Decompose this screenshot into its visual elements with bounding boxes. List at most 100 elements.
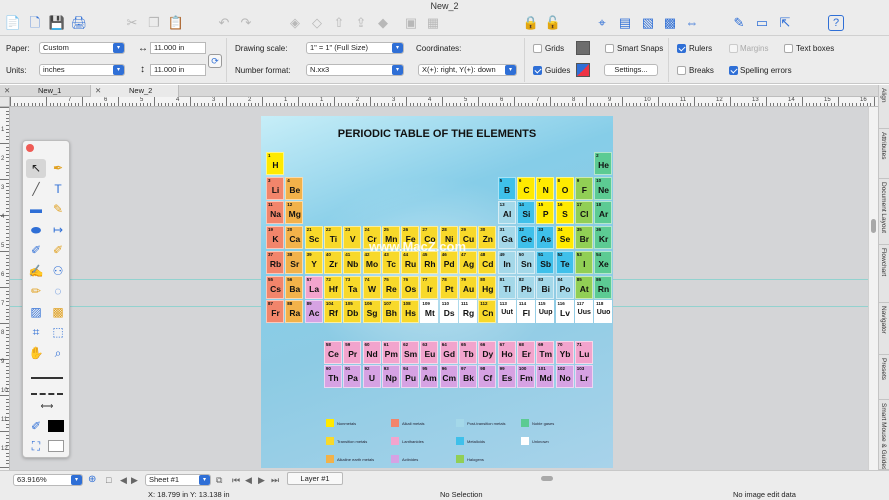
element-ca[interactable]: 20 Ca <box>285 226 304 250</box>
pen-color-icon[interactable]: ✐ <box>26 417 46 436</box>
element-te[interactable]: 52 Te <box>555 250 574 274</box>
element-as[interactable]: 33 As <box>536 226 555 250</box>
element-sg[interactable]: 106 Sg <box>362 300 381 324</box>
layer-icon[interactable]: ◈ <box>287 15 303 31</box>
element-o[interactable]: 8O <box>555 176 574 200</box>
element-u[interactable]: 92 U <box>362 364 381 388</box>
paper-select[interactable]: Custom ▾ <box>39 42 125 54</box>
element-zr[interactable]: 40 Zr <box>323 250 342 274</box>
element-ra[interactable]: 88 Ra <box>285 300 304 324</box>
element-cf[interactable]: 98 Cf <box>478 364 497 388</box>
element-mo[interactable]: 42 Mo <box>362 250 381 274</box>
smart-snaps-checkbox[interactable] <box>605 44 614 53</box>
eraser-icon[interactable]: ▨ <box>26 303 46 322</box>
save-icon[interactable]: 💾 <box>49 15 65 31</box>
element-db[interactable]: 105 Db <box>343 300 362 324</box>
element-pr[interactable]: 59 Pr <box>343 341 362 364</box>
element-ar[interactable]: 18 Ar <box>594 201 613 225</box>
element-se[interactable]: 34 Se <box>555 226 574 250</box>
help-icon[interactable]: ? <box>828 15 844 31</box>
element-y[interactable]: 39 Y <box>304 250 323 274</box>
element-cn[interactable]: 112 Cn <box>478 300 497 324</box>
element-na[interactable]: 11 Na <box>266 201 284 225</box>
element-ho[interactable]: 67 Ho <box>497 341 516 364</box>
layer-up-icon[interactable]: ⇧ <box>331 15 347 31</box>
group-icon[interactable]: ▣ <box>403 15 419 31</box>
element-pb[interactable]: 82 Pb <box>516 275 535 299</box>
element-cl[interactable]: 17 Cl <box>574 201 593 225</box>
rectangle-icon[interactable]: ▬ <box>26 200 46 219</box>
element-re[interactable]: 75 Re <box>381 275 400 299</box>
rulers-checkbox[interactable] <box>677 44 686 53</box>
element-yb[interactable]: 70 Yb <box>555 341 574 364</box>
element-fm[interactable]: 100 Fm <box>516 364 535 388</box>
add-sheet-icon[interactable]: ⧉ <box>216 475 222 485</box>
brush-icon[interactable]: ✎ <box>48 200 68 219</box>
element-xe[interactable]: 54 Xe <box>594 250 613 274</box>
layer-front-icon[interactable]: ⇪ <box>353 15 369 31</box>
pen-icon[interactable]: ✒ <box>48 159 68 178</box>
element-gd[interactable]: 64 Gd <box>439 341 458 364</box>
settings-button[interactable]: Settings... <box>604 64 658 76</box>
close-icon[interactable]: ✕ <box>95 85 101 97</box>
last-sheet-icon[interactable]: ⏭ <box>271 475 279 485</box>
element-ds[interactable]: 110 Ds <box>439 300 458 324</box>
element-mt[interactable]: 109 Mt <box>420 300 439 324</box>
element-n[interactable]: 7N <box>536 176 555 200</box>
marquee-icon[interactable]: ⬚ <box>48 323 68 342</box>
element-tb[interactable]: 65 Tb <box>459 341 477 364</box>
element-cm[interactable]: 96 Cm <box>439 364 458 388</box>
element-ac[interactable]: 89 Ac <box>304 300 323 324</box>
element-uut[interactable]: 113 Uut <box>497 300 516 324</box>
element-am[interactable]: 95 Am <box>420 364 439 388</box>
zoom-in-icon[interactable]: ⊕ <box>88 475 96 485</box>
hand-icon[interactable]: ✋ <box>26 344 46 363</box>
element-sn[interactable]: 50 Sn <box>516 250 535 274</box>
new-document-icon[interactable]: 🗋 <box>27 15 43 31</box>
element-lu[interactable]: 71 Lu <box>574 341 593 364</box>
tab-new-1[interactable]: ✕ New_1 <box>0 85 91 97</box>
element-pt[interactable]: 78 Pt <box>439 275 458 299</box>
close-palette-icon[interactable] <box>26 144 34 152</box>
page-icon[interactable]: □ <box>106 475 111 485</box>
panel-tab-flowchart[interactable]: Flowchart <box>879 245 889 303</box>
element-la[interactable]: 57 La <box>304 275 323 299</box>
element-ir[interactable]: 77 Ir <box>420 275 439 299</box>
ghost-icon[interactable]: ⚇ <box>48 262 68 281</box>
breaks-checkbox[interactable] <box>677 66 686 75</box>
element-br[interactable]: 35 Br <box>574 226 593 250</box>
element-fr[interactable]: 87 Fr <box>266 300 284 324</box>
grid-color-swatch[interactable] <box>576 41 590 55</box>
element-cd[interactable]: 48 Cd <box>478 250 497 274</box>
element-in[interactable]: 49 In <box>497 250 516 274</box>
sheet-select[interactable]: Sheet #1 ▾ <box>145 474 211 486</box>
element-ba[interactable]: 56 Ba <box>285 275 304 299</box>
element-be[interactable]: 4 Be <box>285 176 304 200</box>
element-au[interactable]: 79 Au <box>459 275 477 299</box>
palette-icon[interactable]: ▩ <box>48 303 68 322</box>
close-icon[interactable]: ✕ <box>4 85 10 97</box>
scroll-thumb[interactable] <box>871 219 876 233</box>
guides-checkbox[interactable] <box>533 66 542 75</box>
next-page-icon[interactable]: ▶ <box>131 475 138 485</box>
image-icon[interactable]: ▧ <box>640 15 656 31</box>
coordinates-select[interactable]: X(+): right, Y(+): down ▾ <box>418 64 517 76</box>
previous-sheet-icon[interactable]: ◀ <box>245 475 252 485</box>
line-style-solid[interactable] <box>31 377 63 379</box>
share-icon[interactable]: ⇱ <box>777 15 793 31</box>
vertical-scrollbar[interactable] <box>868 107 878 470</box>
element-lv[interactable]: 116 Lv <box>555 300 574 324</box>
element-uuo[interactable]: 118 Uuo <box>594 300 613 324</box>
first-sheet-icon[interactable]: ⏮ <box>232 475 240 485</box>
element-al[interactable]: 13 Al <box>497 201 516 225</box>
element-sb[interactable]: 51 Sb <box>536 250 555 274</box>
element-uup[interactable]: 115 Uup <box>536 300 555 324</box>
layer-back-icon[interactable]: ◆ <box>375 15 391 31</box>
crop-icon[interactable]: ⌗ <box>26 323 46 342</box>
drawing-scale-select[interactable]: 1" = 1" (Full Size) ▾ <box>306 42 404 54</box>
element-no[interactable]: 102 No <box>555 364 574 388</box>
element-md[interactable]: 101 Md <box>536 364 555 388</box>
stroke-color-swatch[interactable] <box>48 420 64 432</box>
element-hf[interactable]: 72 Hf <box>323 275 342 299</box>
text-boxes-checkbox[interactable] <box>784 44 793 53</box>
